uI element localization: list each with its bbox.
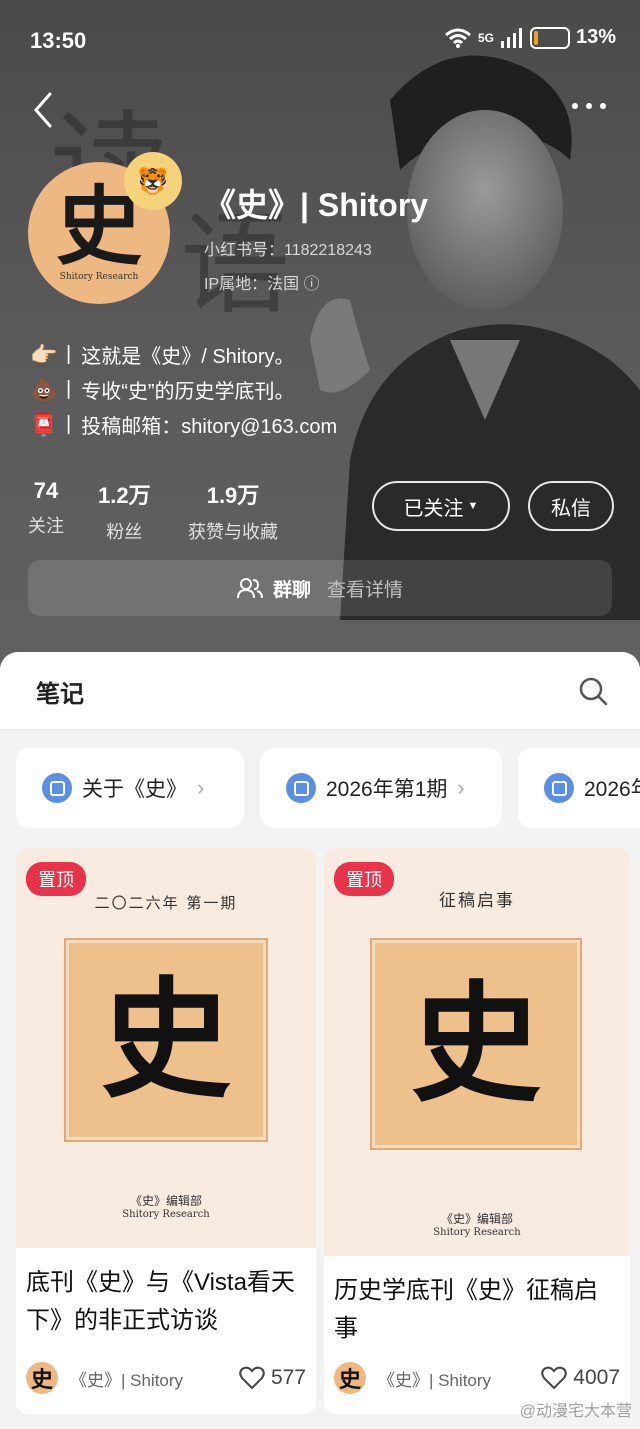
bio-line: 📮 | 投稿邮箱：shitory@163.com	[30, 411, 338, 439]
stat-likes-collections[interactable]: 1.9万 获赞与收藏	[188, 478, 278, 544]
group-chat-label: 群聊	[272, 579, 311, 601]
note-card[interactable]: 置顶 征稿启事 史 《史》编辑部 Shitory Research 历史学底刊《…	[324, 848, 630, 1414]
status-icons: 5G 13%	[444, 26, 616, 49]
collection-chip[interactable]: 2026年第1期 ›	[260, 748, 502, 828]
note-title: 历史学底刊《史》征稿启事	[334, 1277, 598, 1342]
cover-footer: 《史》编辑部 Shitory Research	[324, 1210, 630, 1238]
note-meta: 史 《史》| Shitory 577	[26, 1362, 306, 1394]
like-count: 577	[270, 1366, 306, 1389]
note-card[interactable]: 置顶 二〇二六年 第一期 史 《史》编辑部 Shitory Research 底…	[16, 848, 316, 1414]
follow-button-label: 已关注	[403, 497, 464, 520]
stat-label: 关注	[28, 516, 64, 536]
search-icon[interactable]	[578, 676, 608, 706]
author-name[interactable]: 《史》| Shitory	[70, 1366, 183, 1391]
stat-number: 1.9万	[206, 483, 260, 508]
pinned-badge: 置顶	[26, 862, 86, 896]
collection-list: 关于《史》 › 2026年第1期 › 2026年	[16, 748, 640, 828]
cover-seal: 史	[64, 938, 268, 1142]
watermark: @动漫宅大本营	[519, 1403, 632, 1420]
like-button[interactable]: 4007	[541, 1366, 620, 1390]
stat-followers[interactable]: 1.2万 粉丝	[98, 478, 151, 544]
profile-id: 小红书号：1182218243	[204, 242, 372, 259]
wifi-icon	[444, 28, 471, 48]
collection-icon	[286, 773, 316, 803]
note-cover: 置顶 征稿启事 史 《史》编辑部 Shitory Research	[324, 848, 630, 1256]
background-photo	[310, 55, 640, 620]
battery-icon	[529, 26, 570, 49]
cover-footer-line: Shitory Research	[433, 1227, 521, 1238]
follow-button[interactable]: 已关注 ▼	[372, 481, 510, 531]
cover-heading: 二〇二六年 第一期	[94, 894, 238, 912]
cover-heading: 征稿启事	[439, 891, 515, 911]
author-avatar[interactable]: 史	[334, 1362, 366, 1394]
bio-line: 💩 | 专收“史”的历史学底刊。	[30, 376, 295, 404]
cover-footer-line: Shitory Research	[122, 1209, 210, 1220]
collection-chip[interactable]: 2026年	[518, 748, 640, 828]
collection-icon	[42, 773, 72, 803]
avatar-subtitle: Shitory Research	[59, 272, 139, 282]
stat-label: 获赞与收藏	[188, 522, 278, 542]
profile-ip-location: IP属地：法国 ⓘ	[204, 276, 320, 293]
back-arrow-icon[interactable]	[24, 88, 64, 132]
profile-header: 读 语 13:50 5G 13%	[0, 0, 640, 680]
cover-footer: 《史》编辑部 Shitory Research	[16, 1192, 316, 1220]
profile-name: 《史》| Shitory	[204, 187, 429, 223]
chevron-right-icon: ›	[197, 775, 205, 800]
bio-text: 专收“史”的历史学底刊。	[81, 381, 295, 403]
stat-number: 74	[33, 478, 59, 503]
more-options-icon[interactable]	[572, 96, 612, 116]
cover-footer-line: 《史》编辑部	[129, 1194, 202, 1208]
background-calligraphy: 语	[180, 201, 290, 329]
battery-fill	[533, 30, 538, 45]
notes-section: 笔记 关于《史》 › 2026年第1期 › 2026年 置顶 二〇二六年 第一期…	[0, 652, 640, 1429]
tab-notes[interactable]: 笔记	[36, 674, 84, 709]
chevron-right-icon: ›	[457, 775, 465, 800]
stat-number: 1.2万	[98, 483, 151, 508]
bio-text: 这就是《史》/ Shitory。	[81, 346, 295, 368]
heart-icon	[541, 1366, 568, 1390]
note-meta: 史 《史》| Shitory 4007	[334, 1362, 620, 1394]
group-chat-bar[interactable]: 群聊 查看详情	[28, 560, 612, 616]
cover-character: 史	[100, 963, 231, 1116]
bio-line: 👉🏻 | 这就是《史》/ Shitory。	[30, 341, 295, 369]
author-name[interactable]: 《史》| Shitory	[378, 1366, 491, 1391]
author-avatar[interactable]: 史	[26, 1362, 58, 1394]
like-count: 4007	[573, 1366, 620, 1389]
status-time: 13:50	[30, 28, 87, 53]
collection-label: 2026年第1期	[326, 778, 448, 801]
mailbox-icon: 📮	[30, 411, 58, 437]
note-cover: 置顶 二〇二六年 第一期 史 《史》编辑部 Shitory Research	[16, 848, 316, 1248]
tab-bar: 笔记	[0, 652, 640, 730]
collection-chip[interactable]: 关于《史》 ›	[16, 748, 244, 828]
status-bar: 13:50 5G 13%	[0, 0, 640, 80]
collection-label: 关于《史》	[82, 778, 187, 801]
collection-label: 2026年	[584, 778, 640, 801]
avatar-badge-icon: 🐯	[124, 152, 182, 210]
like-button[interactable]: 577	[239, 1366, 306, 1390]
group-chat-detail: 查看详情	[327, 579, 404, 601]
collection-icon	[544, 773, 574, 803]
bio-text: 投稿邮箱：shitory@163.com	[81, 416, 338, 438]
cover-footer-line: 《史》编辑部	[440, 1212, 513, 1226]
heart-icon	[239, 1366, 265, 1390]
group-users-icon	[236, 578, 263, 599]
network-label: 5G	[477, 30, 494, 45]
stat-label: 粉丝	[106, 522, 143, 542]
message-button[interactable]: 私信	[528, 481, 614, 531]
poop-icon: 💩	[30, 376, 58, 402]
signal-icon	[500, 27, 522, 48]
cover-character: 史	[410, 967, 541, 1120]
battery-percent: 13%	[575, 26, 616, 48]
pointing-hand-icon: 👉🏻	[30, 341, 58, 367]
cover-seal: 史	[370, 938, 582, 1150]
note-title: 底刊《史》与《Vista看天下》的非正式访谈	[26, 1269, 295, 1334]
caret-down-icon: ▼	[467, 500, 479, 512]
stat-following[interactable]: 74 关注	[28, 478, 64, 538]
